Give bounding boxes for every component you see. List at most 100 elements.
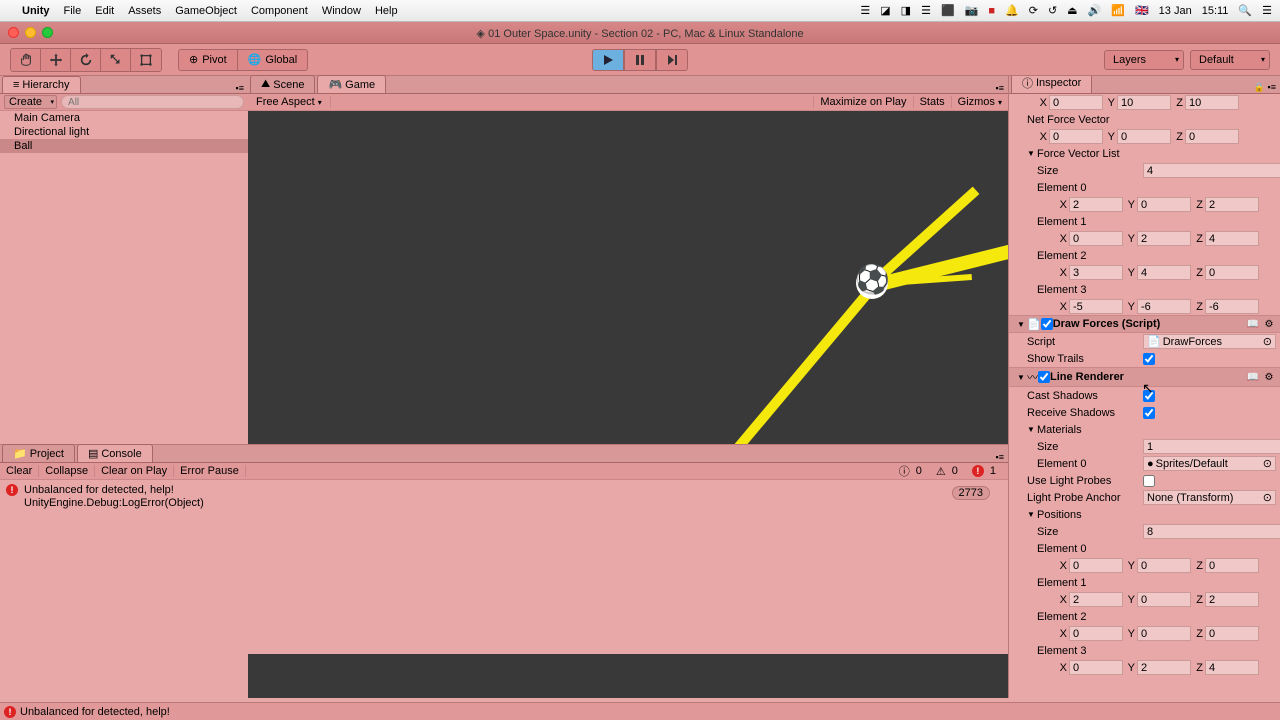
stats-toggle[interactable]: Stats xyxy=(913,96,951,108)
hand-tool[interactable] xyxy=(11,49,41,71)
gear-icon[interactable]: ⚙ xyxy=(1262,370,1276,384)
menu-edit[interactable]: Edit xyxy=(95,5,114,17)
menubar-spotlight-icon[interactable]: 🔍 xyxy=(1238,4,1252,17)
pivot-toggle[interactable]: ⊕Pivot xyxy=(178,49,238,71)
console-clear[interactable]: Clear xyxy=(0,465,39,477)
menubar-time[interactable]: 15:11 xyxy=(1202,5,1229,17)
menubar-volume-icon[interactable]: 🔊 xyxy=(1088,4,1102,17)
step-button[interactable] xyxy=(656,49,688,71)
scale-tool[interactable] xyxy=(101,49,131,71)
x-field[interactable] xyxy=(1069,660,1123,675)
z-field[interactable] xyxy=(1205,197,1259,212)
help-icon[interactable]: 📖 xyxy=(1246,317,1260,331)
menubar-icon[interactable]: ↺ xyxy=(1048,4,1057,17)
menubar-icon[interactable]: ⟳ xyxy=(1029,4,1038,17)
foldout-icon[interactable]: ▼ xyxy=(1027,425,1037,434)
info-count[interactable]: ⓘ0 xyxy=(895,463,930,479)
maximize-on-play[interactable]: Maximize on Play xyxy=(813,96,912,108)
cast-shadows-checkbox[interactable] xyxy=(1143,390,1155,402)
console-entry[interactable]: ! Unbalanced for detected, help! UnityEn… xyxy=(2,482,1006,512)
scene-tab[interactable]: ⛰Scene xyxy=(250,75,315,93)
console-tab[interactable]: ▤Console xyxy=(77,444,153,462)
panel-lock-icon[interactable]: 🔒 ▪≡ xyxy=(1254,82,1276,93)
menu-help[interactable]: Help xyxy=(375,5,398,17)
y-field[interactable] xyxy=(1117,129,1171,144)
object-picker-icon[interactable]: ⊙ xyxy=(1263,335,1272,348)
panel-menu-icon[interactable]: ▪≡ xyxy=(236,83,244,93)
project-tab[interactable]: 📁Project xyxy=(2,444,75,462)
menubar-icon[interactable]: ◨ xyxy=(901,4,911,17)
play-button[interactable] xyxy=(592,49,624,71)
game-tab[interactable]: 🎮Game xyxy=(317,75,386,93)
console-error-pause[interactable]: Error Pause xyxy=(174,465,246,477)
x-field[interactable] xyxy=(1069,265,1123,280)
hierarchy-search[interactable] xyxy=(61,95,244,109)
rect-tool[interactable] xyxy=(131,49,161,71)
z-field[interactable] xyxy=(1205,626,1259,641)
hierarchy-item[interactable]: Ball xyxy=(0,139,248,153)
x-field[interactable] xyxy=(1069,558,1123,573)
hierarchy-item[interactable]: Main Camera xyxy=(0,111,248,125)
x-field[interactable] xyxy=(1049,129,1103,144)
y-field[interactable] xyxy=(1137,660,1191,675)
menubar-date[interactable]: 13 Jan xyxy=(1159,5,1192,17)
y-field[interactable] xyxy=(1137,558,1191,573)
panel-menu-icon[interactable]: ▪≡ xyxy=(996,83,1004,93)
menu-assets[interactable]: Assets xyxy=(128,5,161,17)
z-field[interactable] xyxy=(1205,231,1259,246)
move-tool[interactable] xyxy=(41,49,71,71)
hierarchy-item[interactable]: Directional light xyxy=(0,125,248,139)
menubar-icon[interactable]: ☰ xyxy=(921,4,931,17)
object-picker-icon[interactable]: ⊙ xyxy=(1263,457,1272,470)
inspector-tab[interactable]: ⓘInspector xyxy=(1011,76,1092,93)
hierarchy-create-dropdown[interactable]: Create xyxy=(4,95,57,109)
size-field[interactable] xyxy=(1143,439,1280,454)
menubar-icon[interactable]: ◪ xyxy=(880,4,890,17)
foldout-icon[interactable]: ▼ xyxy=(1017,320,1027,329)
y-field[interactable] xyxy=(1137,231,1191,246)
component-enabled[interactable] xyxy=(1038,371,1050,383)
y-field[interactable] xyxy=(1137,592,1191,607)
menu-app[interactable]: Unity xyxy=(22,5,50,17)
x-field[interactable] xyxy=(1069,299,1123,314)
y-field[interactable] xyxy=(1137,626,1191,641)
menu-component[interactable]: Component xyxy=(251,5,308,17)
menu-gameobject[interactable]: GameObject xyxy=(175,5,237,17)
y-field[interactable] xyxy=(1137,197,1191,212)
hierarchy-tab[interactable]: ≡Hierarchy xyxy=(2,76,81,93)
foldout-icon[interactable]: ▼ xyxy=(1027,510,1037,519)
x-field[interactable] xyxy=(1069,626,1123,641)
x-field[interactable] xyxy=(1069,231,1123,246)
x-field[interactable] xyxy=(1049,95,1103,110)
size-field[interactable] xyxy=(1143,163,1280,178)
error-count[interactable]: !1 xyxy=(968,465,1004,477)
z-field[interactable] xyxy=(1205,265,1259,280)
z-field[interactable] xyxy=(1185,95,1239,110)
foldout-icon[interactable]: ▼ xyxy=(1017,373,1027,382)
menubar-icon[interactable]: ☰ xyxy=(860,4,870,17)
menubar-icon[interactable]: 📷 xyxy=(965,4,979,17)
z-field[interactable] xyxy=(1205,592,1259,607)
use-light-probes-checkbox[interactable] xyxy=(1143,475,1155,487)
aspect-dropdown[interactable]: Free Aspect ▾ xyxy=(248,96,331,108)
anchor-field[interactable]: None (Transform) xyxy=(1147,492,1233,504)
pause-button[interactable] xyxy=(624,49,656,71)
size-field[interactable] xyxy=(1143,524,1280,539)
menubar-record-icon[interactable]: ■ xyxy=(988,5,995,17)
panel-menu-icon[interactable]: ▪≡ xyxy=(996,452,1004,462)
warn-count[interactable]: ⚠0 xyxy=(932,465,966,478)
component-enabled[interactable] xyxy=(1041,318,1053,330)
gear-icon[interactable]: ⚙ xyxy=(1262,317,1276,331)
x-field[interactable] xyxy=(1069,197,1123,212)
help-icon[interactable]: 📖 xyxy=(1246,370,1260,384)
rotate-tool[interactable] xyxy=(71,49,101,71)
console-collapse[interactable]: Collapse xyxy=(39,465,95,477)
menubar-icon[interactable]: ⬛ xyxy=(941,4,955,17)
z-field[interactable] xyxy=(1185,129,1239,144)
y-field[interactable] xyxy=(1117,95,1171,110)
show-trails-checkbox[interactable] xyxy=(1143,353,1155,365)
z-field[interactable] xyxy=(1205,558,1259,573)
menubar-icon[interactable]: 🔔 xyxy=(1005,4,1019,17)
menubar-icon[interactable]: ⏏ xyxy=(1067,4,1077,17)
menubar-wifi-icon[interactable]: 📶 xyxy=(1111,4,1125,17)
